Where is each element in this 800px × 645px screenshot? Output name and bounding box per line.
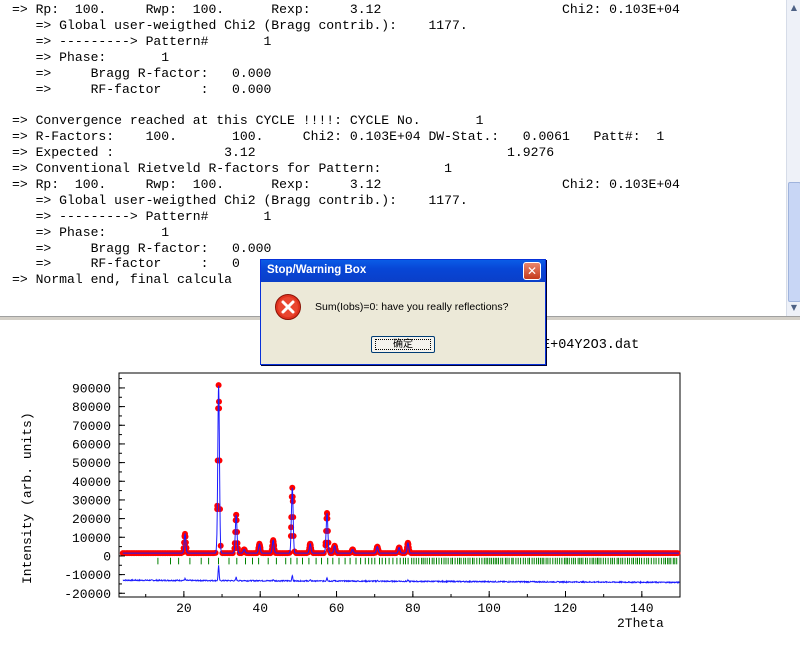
console-line: => Bragg R-factor: 0.000 — [12, 65, 272, 81]
y-tick-label: 80000 — [72, 400, 111, 415]
error-icon — [275, 294, 301, 320]
y-tick-label: -10000 — [64, 568, 111, 583]
y-tick-label: 60000 — [72, 437, 111, 452]
console-line: => Bragg R-factor: 0.000 — [12, 240, 272, 256]
dialog-title: Stop/Warning Box — [267, 264, 367, 276]
scroll-down-icon[interactable]: ▼ — [788, 301, 800, 315]
x-tick-label: 140 — [630, 601, 653, 616]
warning-dialog: Stop/Warning Box ✕ Sum(Iobs)=0: have you… — [260, 259, 546, 365]
console-line: => R-Factors: 100. 100. Chi2: 0.103E+04 … — [12, 129, 665, 145]
console-line: => Global user-weigthed Chi2 (Bragg cont… — [12, 192, 468, 208]
x-axis-label: 2Theta — [617, 616, 664, 631]
dialog-message: Sum(Iobs)=0: have you really reflections… — [315, 301, 509, 313]
y-tick-label: 40000 — [72, 475, 111, 490]
y-tick-label: 10000 — [72, 531, 111, 546]
console-line: => Phase: 1 — [12, 224, 170, 240]
console-line: => Global user-weigthed Chi2 (Bragg cont… — [12, 17, 468, 33]
close-icon: ✕ — [526, 264, 538, 278]
ok-button[interactable]: 确定 — [371, 336, 435, 353]
console-line: => ---------> Pattern# 1 — [12, 33, 272, 49]
console-line: => RF-factor : 0.000 — [12, 81, 272, 97]
difference-curve — [122, 565, 680, 585]
console-scrollbar[interactable]: ▲ ▼ — [786, 0, 800, 316]
x-tick-label: 40 — [252, 601, 268, 616]
console-line: => Convergence reached at this CYCLE !!!… — [12, 113, 484, 129]
y-axis-label: Intensity (arb. units) — [20, 412, 35, 584]
y-tick-label: 30000 — [72, 493, 111, 508]
plot-title: E+04Y2O3.dat — [542, 338, 639, 353]
console-line: => Expected : 3.12 1.9276 — [12, 145, 555, 161]
bragg-ticks — [157, 557, 678, 565]
console-line: => Normal end, final calcula — [12, 272, 233, 288]
plot-pane: E+04Y2O3.dat 90000 80000 70000 60000 50000 40… — [0, 320, 800, 641]
rietveld-plot: E+04Y2O3.dat 90000 80000 70000 60000 50000 40… — [20, 338, 681, 631]
x-tick-label: 80 — [405, 601, 421, 616]
x-tick-label: 60 — [329, 601, 345, 616]
console-line: => RF-factor : 0 — [12, 256, 240, 272]
console-line: => Conventional Rietveld R-factors for P… — [12, 161, 453, 176]
x-tick-label: 120 — [554, 601, 577, 616]
x-axis-ticks: 20 40 60 80 100 120 140 — [145, 591, 654, 616]
observed-points — [119, 382, 681, 557]
y-tick-label: 90000 — [72, 381, 111, 396]
y-tick-label: 0 — [103, 549, 111, 564]
x-tick-label: 20 — [176, 601, 192, 616]
dialog-titlebar[interactable]: Stop/Warning Box ✕ — [261, 260, 545, 282]
console-line: => Rp: 100. Rwp: 100. Rexp: 3.12 Chi2: 0… — [12, 2, 680, 17]
focus-rect — [375, 339, 431, 350]
y-tick-label: 50000 — [72, 456, 111, 471]
calculated-profile — [122, 385, 680, 554]
y-tick-label: 20000 — [72, 512, 111, 527]
y-tick-label: -20000 — [64, 587, 111, 602]
console-line: => ---------> Pattern# 1 — [12, 208, 272, 224]
scroll-up-icon[interactable]: ▲ — [788, 1, 800, 15]
scroll-thumb[interactable] — [788, 182, 800, 302]
console-line: => Rp: 100. Rwp: 100. Rexp: 3.12 Chi2: 0… — [12, 176, 680, 192]
console-line: => Phase: 1 — [12, 49, 170, 65]
dialog-close-button[interactable]: ✕ — [523, 262, 541, 280]
x-tick-label: 100 — [477, 601, 500, 616]
y-tick-label: 70000 — [72, 419, 111, 434]
y-axis-ticks: 90000 80000 70000 60000 50000 40000 30000 20000… — [64, 378, 125, 602]
